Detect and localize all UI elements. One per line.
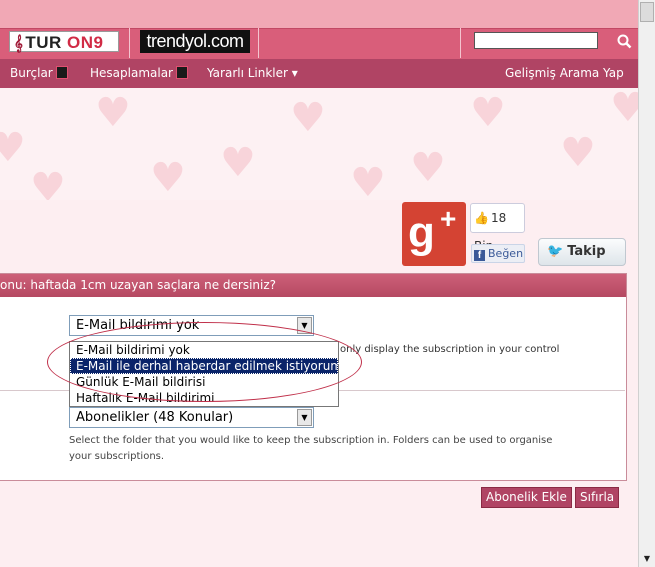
scroll-down-arrow-icon[interactable]: ▼ <box>640 552 654 566</box>
notification-dropdown-list: E-Mail bildirimi yok E-Mail ile derhal h… <box>69 341 342 407</box>
reset-button[interactable]: Sıfırla <box>575 487 620 508</box>
trendyol-logo[interactable]: trendyol.com <box>140 30 250 53</box>
folder-select[interactable]: Abonelikler (48 Konular) ▼ <box>69 407 314 428</box>
heart-pattern-banner: ♥ ♥ ♥ ♥ ♥ ♥ ♥ ♥ ♥ ♥ ♥ <box>0 88 638 200</box>
dropdown-option[interactable]: E-Mail bildirimi yok <box>70 342 338 358</box>
facebook-icon: f <box>474 250 485 261</box>
dropdown-option-highlighted[interactable]: E-Mail ile derhal haberdar edilmek istiy… <box>70 358 342 374</box>
heart-icon: ♥ <box>410 145 446 191</box>
google-plus-button[interactable]: g + <box>402 202 466 266</box>
search-icon <box>617 34 632 49</box>
turkon9-logo[interactable]: 𝄞 TUR ON9 <box>9 31 119 52</box>
like-count-bubble: 👍18 Bin <box>470 203 525 253</box>
top-band <box>0 0 638 28</box>
search-button[interactable] <box>613 30 636 53</box>
heart-icon: ♥ <box>30 165 66 200</box>
music-clef-icon: 𝄞 <box>14 35 24 52</box>
nav-advanced-search[interactable]: Gelişmiş Arama Yap <box>505 66 624 81</box>
heart-icon: ♥ <box>220 140 256 186</box>
notification-hint: only display the subscription in your co… <box>340 344 560 355</box>
dropdown-box-icon <box>55 66 68 79</box>
vertical-scrollbar[interactable]: ▼ <box>638 0 655 567</box>
heart-icon: ♥ <box>0 125 26 171</box>
nav-item-yararli-linkler[interactable]: Yararlı Linkler ▾ <box>207 66 298 81</box>
dropdown-option[interactable]: Günlük E-Mail bildirisi <box>70 374 338 390</box>
nav-item-burclar[interactable]: Burçlar <box>10 66 68 81</box>
header-separator <box>258 28 259 58</box>
search-input[interactable] <box>474 32 598 49</box>
heart-icon: ♥ <box>610 88 638 131</box>
header-separator <box>129 28 130 58</box>
scrollbar-thumb[interactable] <box>640 2 654 22</box>
heart-icon: ♥ <box>470 90 506 136</box>
twitter-follow-button[interactable]: 🐦 Takip <box>538 238 626 266</box>
heart-icon: ♥ <box>350 160 386 200</box>
twitter-bird-icon: 🐦 <box>547 244 564 259</box>
thumbs-up-icon: 👍 <box>474 211 489 225</box>
add-subscription-button[interactable]: Abonelik Ekle <box>481 487 572 508</box>
dropdown-option[interactable]: Haftalık E-Mail bildirimi <box>70 390 338 406</box>
chevron-down-icon[interactable]: ▼ <box>297 317 312 334</box>
heart-icon: ♥ <box>95 90 131 136</box>
heart-icon: ♥ <box>290 95 326 141</box>
folder-hint: Select the folder that you would like to… <box>69 435 553 462</box>
heart-icon: ♥ <box>150 155 186 200</box>
panel-title: onu: haftada 1cm uzayan saçlara ne dersi… <box>0 274 626 297</box>
nav-item-hesaplamalar[interactable]: Hesaplamalar <box>90 66 188 81</box>
header-separator <box>460 28 461 58</box>
caret-down-icon: ▾ <box>291 66 298 80</box>
facebook-like-button[interactable]: f Beğen <box>471 244 525 263</box>
notification-select[interactable]: E-Mail bildirimi yok ▼ <box>69 315 314 336</box>
heart-icon: ♥ <box>560 130 596 176</box>
google-plus-icon: g <box>408 208 435 257</box>
dropdown-box-icon <box>175 66 188 79</box>
chevron-down-icon[interactable]: ▼ <box>297 409 312 426</box>
